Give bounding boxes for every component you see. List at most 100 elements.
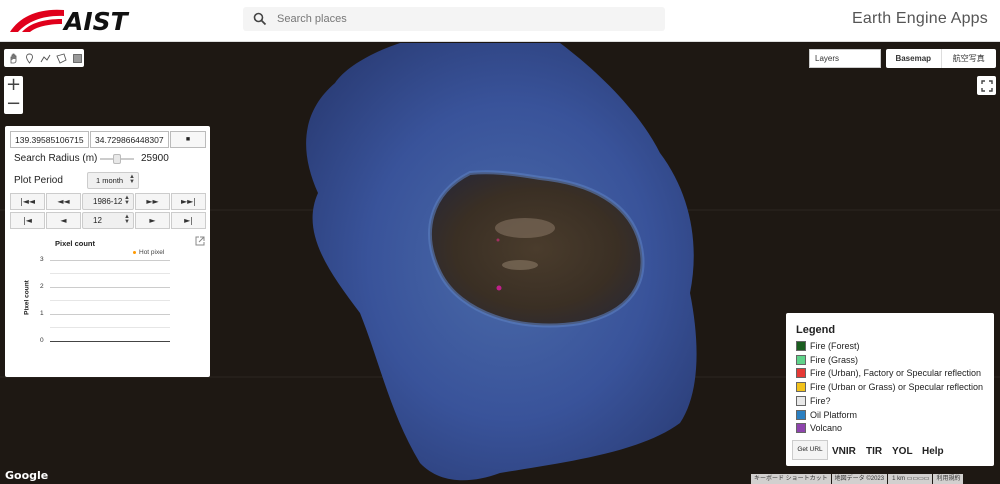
satellite-button[interactable]: 航空写真 (942, 49, 997, 68)
chart-minor-gridline (50, 300, 170, 301)
hand-icon[interactable] (7, 52, 20, 65)
radius-label: Search Radius (m) (14, 153, 98, 164)
prev-button[interactable]: ◄◄ (46, 193, 81, 210)
period-value: 1 month (96, 176, 124, 185)
yol-link[interactable]: YOL (892, 446, 913, 457)
legend-label: Oil Platform (810, 409, 858, 420)
legend-swatch (796, 368, 806, 379)
slider-thumb[interactable] (113, 153, 121, 164)
app-title: Earth Engine Apps (852, 10, 988, 27)
chart-legend-label: Hot pixel (139, 249, 165, 256)
search-input[interactable] (277, 10, 657, 28)
legend-label: Volcano (810, 423, 843, 434)
chart-ylabel: Pixel count (23, 280, 31, 315)
scale-bar[interactable]: 1 km ▭▭▭▭ (888, 474, 933, 484)
legend-swatch (796, 341, 806, 351)
chart-ytick-label: 2 (40, 283, 44, 290)
step-first-button[interactable]: |◄ (10, 212, 45, 229)
basemap-button[interactable]: Basemap (886, 49, 942, 68)
step-select[interactable]: 12 ▲ ▼ (82, 212, 134, 229)
vnir-link[interactable]: VNIR (832, 446, 856, 457)
logo-swoosh-icon (10, 9, 64, 32)
chart-ytick-label: 1 (40, 310, 44, 317)
legend-item: Volcano (796, 423, 843, 434)
chart-ytick-label: 0 (40, 337, 44, 344)
chart-gridline (50, 341, 170, 342)
chart-legend-marker (133, 251, 136, 254)
logo-text: AIST (64, 7, 128, 36)
longitude-field[interactable] (10, 131, 89, 148)
app-header: AIST Earth Engine Apps (0, 0, 1000, 42)
radius-slider[interactable] (100, 153, 134, 164)
point-icon[interactable] (23, 52, 36, 65)
search-icon (253, 12, 267, 26)
aist-logo[interactable]: AIST (6, 4, 128, 38)
select-arrows-icon: ▲ ▼ (124, 195, 130, 206)
legend-label: Fire? (810, 395, 831, 406)
legend-item: Fire (Urban), Factory or Specular reflec… (796, 368, 982, 379)
date-value: 1986-12 (93, 197, 123, 206)
terms-link[interactable]: 利用規約 (933, 474, 964, 484)
help-link[interactable]: Help (922, 446, 944, 457)
map-footer: キーボード ショートカット 地図データ ©2023 1 km ▭▭▭▭ 利用規約 (750, 474, 1000, 484)
fullscreen-icon (980, 79, 993, 92)
chart-gridline (50, 260, 170, 261)
legend-label: Fire (Urban or Grass) or Specular reflec… (810, 382, 984, 393)
polygon-icon[interactable] (55, 52, 68, 65)
open-in-new-icon[interactable] (195, 236, 205, 246)
fullscreen-button[interactable] (977, 76, 996, 95)
chart-gridline (50, 314, 170, 315)
legend-swatch (796, 354, 806, 365)
legend-label: Fire (Grass) (810, 354, 858, 365)
radius-value: 25900 (141, 153, 169, 164)
zoom-control: + − (4, 76, 23, 114)
step-last-button[interactable]: ►| (171, 212, 206, 229)
legend-label: Fire (Urban), Factory or Specular reflec… (810, 368, 982, 379)
latitude-field[interactable] (90, 131, 169, 148)
first-button[interactable]: |◄◄ (10, 193, 45, 210)
keyboard-shortcuts-link[interactable]: キーボード ショートカット (751, 474, 831, 484)
legend-swatch (796, 423, 806, 434)
scale-label: 1 km (892, 476, 906, 482)
select-arrows-icon: ▲ ▼ (124, 214, 130, 225)
tir-link[interactable]: TIR (866, 446, 882, 457)
period-row: Plot Period 1 month ▲ ▼ (14, 172, 139, 189)
legend-swatch (796, 382, 806, 393)
legend-label: Fire (Forest) (810, 341, 860, 351)
legend-item: Fire (Urban or Grass) or Specular reflec… (796, 382, 984, 393)
next-button[interactable]: ►► (135, 193, 170, 210)
layers-button[interactable]: Layers (809, 49, 881, 68)
legend-item: Fire? (796, 395, 831, 406)
legend-item: Oil Platform (796, 409, 858, 420)
rectangle-icon[interactable] (71, 52, 84, 65)
get-url-button[interactable]: Get URL (792, 440, 828, 460)
legend-item: Fire (Grass) (796, 354, 858, 365)
legend-title: Legend (796, 324, 836, 336)
legend-swatch (796, 395, 806, 406)
date-navigation: |◄◄ ◄◄ 1986-12 ▲ ▼ ►► ►►| (10, 193, 207, 210)
legend-item: Fire (Forest) (796, 341, 860, 351)
period-label: Plot Period (14, 175, 63, 186)
zoom-out-button[interactable]: − (4, 95, 23, 114)
period-select[interactable]: 1 month ▲ ▼ (87, 172, 139, 189)
last-button[interactable]: ►►| (171, 193, 206, 210)
chart-minor-gridline (50, 273, 170, 274)
search-box[interactable] (243, 7, 665, 31)
step-prev-button[interactable]: ◄ (46, 212, 81, 229)
map-data-attribution: 地図データ ©2023 (831, 474, 888, 484)
radius-row: Search Radius (m) 25900 (14, 153, 169, 164)
chart-gridline (50, 287, 170, 288)
date-select[interactable]: 1986-12 ▲ ▼ (82, 193, 134, 210)
legend-panel: Legend Fire (Forest) Fire (Grass) Fire (Ur… (786, 313, 994, 466)
chart-minor-gridline (50, 327, 170, 328)
line-icon[interactable] (39, 52, 52, 65)
coordinate-row: ■ (10, 131, 206, 148)
step-next-button[interactable]: ► (135, 212, 170, 229)
pixel-count-chart: Pixel count Hot pixel Pixel count 3 2 1 0 (15, 236, 205, 368)
basemap-toggle: Basemap 航空写真 (886, 49, 996, 68)
google-logo: Google (5, 469, 49, 482)
control-panel: ■ Search Radius (m) 25900 Plot Period 1 … (5, 126, 210, 377)
stop-button[interactable]: ■ (170, 131, 206, 148)
drawing-tools (4, 49, 84, 67)
step-value: 12 (93, 216, 102, 225)
